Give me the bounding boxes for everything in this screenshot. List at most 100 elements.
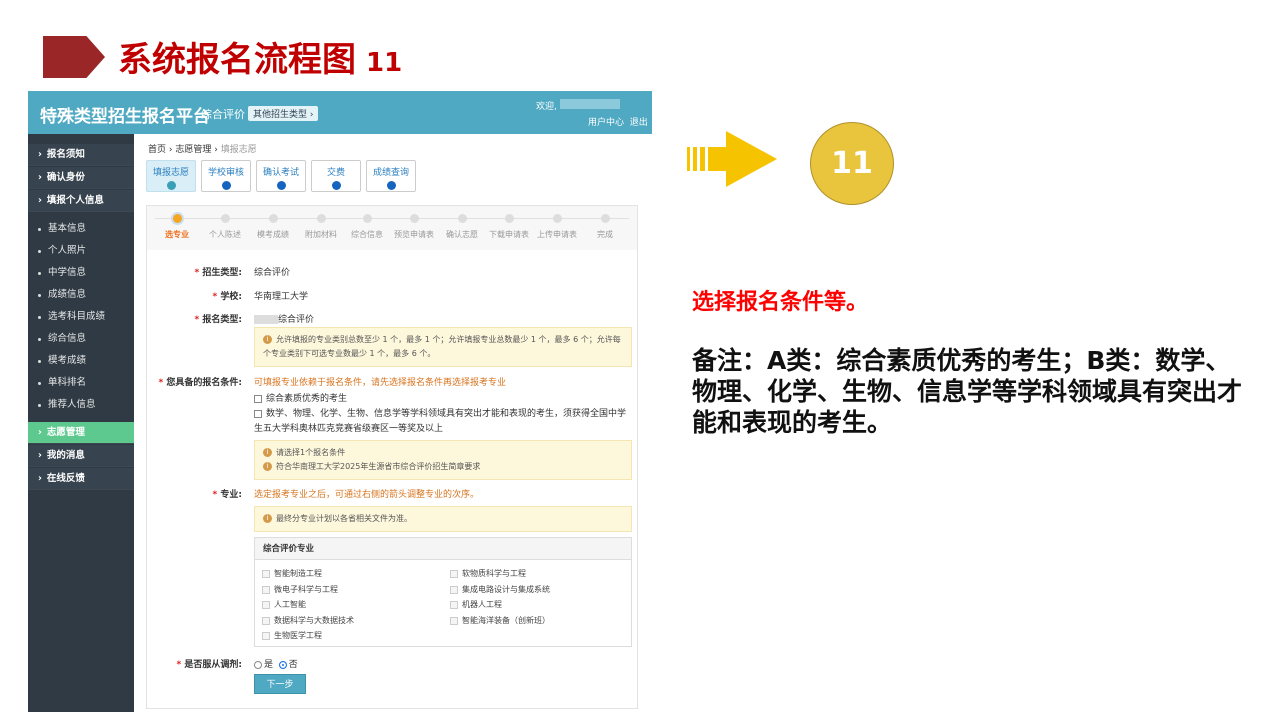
app-title: 特殊类型招生报名平台: [40, 102, 210, 127]
step-item: 模考成绩: [249, 214, 297, 240]
major-option[interactable]: 机器人工程: [450, 599, 502, 610]
apply-type-label: 报名类型:: [147, 312, 242, 325]
major-option[interactable]: 数据科学与大数据技术: [262, 615, 354, 626]
status-icon: [387, 181, 396, 190]
checkbox[interactable]: [254, 410, 262, 418]
sidebar-sub-item[interactable]: 成绩信息: [28, 284, 134, 306]
user-center-link[interactable]: 用户中心: [588, 118, 624, 128]
checkbox[interactable]: [254, 395, 262, 403]
apply-type-text: 综合评价: [278, 315, 314, 325]
info-icon: i: [263, 335, 272, 344]
major-option[interactable]: 生物医学工程: [262, 630, 322, 641]
major-option[interactable]: 智能制造工程: [262, 568, 322, 579]
breadcrumb: 首页 › 志愿管理 › 填报志愿: [148, 142, 257, 155]
condition-label: 您具备的报名条件:: [147, 375, 242, 388]
quota-note: i允许填报的专业类别总数至少 1 个，最多 1 个；允许填报专业总数最少 1 个…: [254, 327, 632, 367]
major-hint: 选定报考专业之后，可通过右侧的箭头调整专业的次序。: [254, 487, 479, 500]
adjust-label: 是否服从调剂:: [147, 657, 242, 670]
tab-payment[interactable]: 交费: [311, 160, 361, 192]
sidebar-item-identity[interactable]: ›确认身份: [28, 167, 134, 189]
major-option[interactable]: 集成电路设计与集成系统: [450, 584, 550, 595]
breadcrumb-current: 填报志愿: [221, 145, 257, 155]
step-item: 上传申请表: [533, 214, 581, 240]
checkbox-label: 综合素质优秀的考生: [266, 394, 347, 404]
sidebar-item-feedback[interactable]: › 在线反馈: [28, 468, 134, 490]
logout-link[interactable]: 退出: [630, 118, 648, 128]
major-option[interactable]: 软物质科学与工程: [450, 568, 526, 579]
info-icon: i: [263, 462, 272, 471]
major-label: 专业:: [147, 487, 242, 500]
sidebar-sub-item[interactable]: 推荐人信息: [28, 394, 134, 416]
breadcrumb-home[interactable]: 首页: [148, 145, 166, 155]
sidebar-item-messages[interactable]: ›我的消息: [28, 445, 134, 467]
major-option[interactable]: 智能海洋装备（创新班）: [450, 615, 550, 626]
type-value: 综合评价: [254, 265, 290, 278]
radio-yes-label: 是: [264, 660, 273, 670]
step-item: 确认志愿: [438, 214, 486, 240]
breadcrumb-volunteer[interactable]: 志愿管理: [175, 145, 211, 155]
type-label: 招生类型:: [147, 265, 242, 278]
tab-fill-volunteer[interactable]: 填报志愿: [146, 160, 196, 192]
school-value: 华南理工大学: [254, 289, 308, 302]
sidebar-sub-item[interactable]: 单科排名: [28, 372, 134, 394]
major-note: i 最终分专业计划以各省相关文件为准。: [254, 506, 632, 532]
main-content: 首页 › 志愿管理 › 填报志愿 填报志愿 学校审核 确认考试 交费 成绩查询 …: [134, 134, 652, 712]
chevron-right-icon: ›: [38, 473, 42, 484]
condition-b[interactable]: 数学、物理、化学、生物、信息学等学科领域具有突出才能和表现的考生，须获得全国中学…: [254, 407, 634, 437]
tab-score-query[interactable]: 成绩查询: [366, 160, 416, 192]
chevron-right-icon: ›: [38, 149, 42, 160]
tab-label: 成绩查询: [373, 168, 409, 178]
info-icon: i: [263, 448, 272, 457]
checkbox-label: 数学、物理、化学、生物、信息学等学科领域具有突出才能和表现的考生，须获得全国中学…: [254, 409, 626, 434]
apply-type-value: 综合评价: [254, 312, 314, 325]
sidebar-sub-item[interactable]: 综合信息: [28, 328, 134, 350]
info-icon: i: [263, 514, 272, 523]
status-icon: [277, 181, 286, 190]
yellow-arrow-icon: [687, 131, 777, 187]
slide-title-text: 系统报名流程图: [118, 40, 356, 80]
tab-confirm-exam[interactable]: 确认考试: [256, 160, 306, 192]
sidebar-label: 志愿管理: [47, 427, 85, 438]
step-item: 选专业: [153, 214, 201, 240]
sidebar-label: 填报个人信息: [47, 195, 104, 206]
username-redacted: [560, 99, 620, 109]
major-table: 综合评价专业 智能制造工程 软物质科学与工程 微电子科学与工程 集成电路设计与集…: [254, 537, 632, 647]
app-screenshot: 特殊类型招生报名平台 综合评价 其他招生类型 › 欢迎, 用户中心 退出 ›报名…: [28, 91, 652, 712]
note-text: 最终分专业计划以各省相关文件为准。: [276, 514, 412, 523]
major-option[interactable]: 人工智能: [262, 599, 306, 610]
sidebar-sub-item[interactable]: 个人照片: [28, 240, 134, 262]
status-icon: [222, 181, 231, 190]
sidebar-sub-item[interactable]: 选考科目成绩: [28, 306, 134, 328]
school-label: 学校:: [147, 289, 242, 302]
condition-a[interactable]: 综合素质优秀的考生: [254, 391, 347, 404]
slide-remark: 备注：A类：综合素质优秀的考生；B类：数学、物理、化学、生物、信息学等学科领域具…: [692, 345, 1252, 438]
status-icon: [167, 181, 176, 190]
slide-subtitle: 选择报名条件等。: [692, 284, 868, 316]
form-panel: 选专业 个人陈述 模考成绩 附加材料 综合信息 预览申请表 确认志愿 下载申请表…: [146, 205, 638, 709]
sidebar-sub-item[interactable]: 中学信息: [28, 262, 134, 284]
sidebar-sub-item[interactable]: 基本信息: [28, 218, 134, 240]
slide-title: 系统报名流程图 11: [118, 32, 402, 81]
note-text: 符合华南理工大学2025年生源省市综合评价招生简章要求: [276, 462, 480, 471]
condition-hint: 可填报专业依赖于报名条件，请先选择报名条件再选择报考专业: [254, 375, 506, 388]
other-types-button[interactable]: 其他招生类型 ›: [248, 106, 318, 121]
sidebar-sub-item[interactable]: 模考成绩: [28, 350, 134, 372]
major-option[interactable]: 微电子科学与工程: [262, 584, 338, 595]
sidebar-item-volunteer[interactable]: ›志愿管理: [28, 422, 134, 444]
chevron-right-icon: ›: [38, 172, 42, 183]
sidebar: ›报名须知 ›确认身份 ›填报个人信息 基本信息 个人照片 中学信息 成绩信息 …: [28, 134, 134, 712]
title-arrow-icon: [43, 36, 105, 78]
slide-title-number: 11: [366, 48, 402, 78]
step-item: 下载申请表: [485, 214, 533, 240]
chevron-right-icon: ›: [38, 450, 42, 461]
sidebar-label: 在线反馈: [47, 473, 85, 484]
app-header: 特殊类型招生报名平台 综合评价 其他招生类型 › 欢迎, 用户中心 退出: [28, 91, 652, 134]
tab-school-review[interactable]: 学校审核: [201, 160, 251, 192]
step-item: 附加材料: [297, 214, 345, 240]
radio-no[interactable]: [279, 661, 287, 669]
sidebar-item-notice[interactable]: ›报名须知: [28, 144, 134, 166]
next-step-button[interactable]: 下一步: [254, 674, 306, 694]
adjust-radio-group: 是 否: [254, 657, 298, 670]
sidebar-item-personal-info[interactable]: ›填报个人信息: [28, 190, 134, 212]
radio-yes[interactable]: [254, 661, 262, 669]
